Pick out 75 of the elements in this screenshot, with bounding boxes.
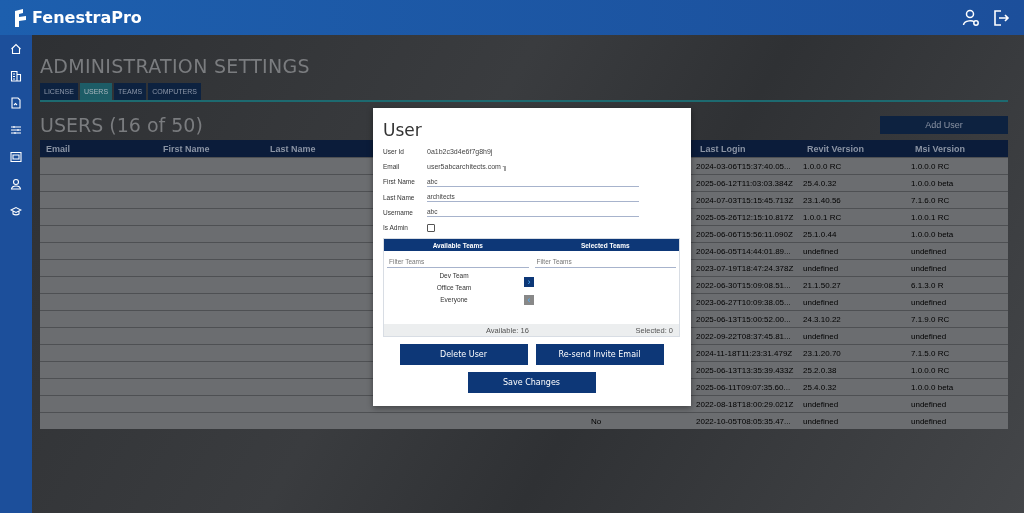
- table-cell-text: 2025-06-11T09:07:35.60...: [695, 382, 792, 392]
- table-icon[interactable]: [10, 151, 22, 163]
- table-cell-text: undefined: [802, 263, 840, 273]
- sliders-icon[interactable]: [10, 124, 22, 136]
- move-right-button[interactable]: ›: [524, 277, 534, 288]
- table-cell-text: 2024-03-06T15:37:40.05...: [695, 161, 792, 171]
- save-button[interactable]: Save Changes: [467, 372, 596, 394]
- table-cell-text: 1.0.0.0 beta: [910, 382, 955, 392]
- user-settings-icon[interactable]: [962, 8, 980, 27]
- table-cell-text: 2025-06-13T15:00:52.00...: [695, 314, 792, 324]
- column-header[interactable]: First Name: [157, 143, 264, 154]
- home-icon[interactable]: [10, 43, 22, 55]
- table-cell-text: 7.1.5.0 RC: [910, 348, 951, 358]
- table-cell-text: undefined: [802, 331, 840, 341]
- table-cell-text: 7.1.9.0 RC: [910, 314, 951, 324]
- table-cell-text: 2022-06-30T15:09:08.51...: [695, 280, 792, 290]
- add-user-button[interactable]: Add User: [880, 116, 1008, 134]
- table-cell-text: undefined: [910, 399, 948, 409]
- column-header[interactable]: Last Name: [264, 143, 371, 154]
- table-cell-text: 24.3.10.22: [802, 314, 842, 324]
- table-cell-text: undefined: [802, 416, 840, 426]
- table-cell: No: [591, 416, 602, 426]
- checkbox[interactable]: [427, 223, 435, 232]
- table-cell-text: 1.0.0.0 RC: [910, 365, 951, 375]
- table-cell-text: 2025-05-26T12:15:10.817Z: [695, 212, 795, 222]
- table-cell-text: 25.4.0.32: [802, 382, 838, 392]
- table-cell-text: 25.4.0.32: [802, 178, 838, 188]
- column-header[interactable]: Msi Version: [909, 143, 1008, 154]
- table-cell-text: 2024-07-03T15:15:45.713Z: [695, 195, 795, 205]
- table-cell-text: undefined: [802, 246, 840, 256]
- table-cell-text: 2023-06-27T10:09:38.05...: [695, 297, 792, 307]
- table-cell-text: 2025-06-13T13:35:39.433Z: [695, 365, 795, 375]
- table-cell-text: 1.0.0.1 RC: [910, 212, 951, 222]
- building-icon[interactable]: [10, 70, 22, 82]
- table-cell-text: undefined: [802, 297, 840, 307]
- table-cell-text: 2023-07-19T18:47:24.378Z: [695, 263, 795, 273]
- users-heading: USERS (16 of 50): [40, 114, 203, 136]
- table-cell-text: 2024-06-05T14:44:01.89...: [695, 246, 792, 256]
- logo-icon: [14, 7, 28, 28]
- dialog-button[interactable]: Re-send Invite Email: [535, 344, 664, 366]
- table-cell-text: 23.1.40.56: [802, 195, 842, 205]
- dialog-title: User: [383, 120, 423, 140]
- document-icon[interactable]: [10, 97, 22, 109]
- table-cell-text: 2024-11-18T11:23:31.479Z: [695, 348, 794, 358]
- table-cell-text: 25.1.0.44: [802, 229, 838, 239]
- graduation-cap-icon[interactable]: [10, 205, 22, 217]
- column-header[interactable]: Last Login: [694, 143, 801, 154]
- table-cell-text: undefined: [910, 331, 948, 341]
- table-cell-text: undefined: [910, 263, 948, 273]
- table-cell-text: 25.2.0.38: [802, 365, 838, 375]
- table-cell-text: undefined: [910, 246, 948, 256]
- table-cell-text: 2022-09-22T08:37:45.81...: [695, 331, 792, 341]
- table-cell-text: undefined: [802, 399, 840, 409]
- table-cell-text: 7.1.6.0 RC: [910, 195, 951, 205]
- table-cell-text: 21.1.50.27: [802, 280, 842, 290]
- table-cell-text: 1.0.0.1 RC: [802, 212, 843, 222]
- table-cell-text: 1.0.0.0 beta: [910, 229, 955, 239]
- column-header[interactable]: Revit Version: [801, 143, 909, 154]
- table-cell-text: 1.0.0.0 RC: [910, 161, 951, 171]
- table-cell-text: 2022-08-18T18:00:29.021Z: [695, 399, 795, 409]
- table-cell-text: 2025-06-12T11:03:03.384Z: [695, 178, 794, 188]
- table-cell-text: undefined: [910, 416, 948, 426]
- table-cell-text: 1.0.0.0 RC: [802, 161, 843, 171]
- table-cell-text: 6.1.3.0 R: [910, 280, 945, 290]
- table-cell-text: 23.1.20.70: [802, 348, 842, 358]
- dialog-button[interactable]: Delete User: [399, 344, 528, 366]
- table-cell-text: 2022-10-05T08:05:35.47...: [695, 416, 792, 426]
- person-icon[interactable]: [10, 178, 22, 190]
- app-name: FenestraPro: [32, 8, 142, 27]
- column-header[interactable]: Email: [40, 143, 157, 154]
- table-cell-text: 1.0.0.0 beta: [910, 178, 955, 188]
- table-cell-text: 2025-06-06T15:56:11.090Z: [695, 229, 794, 239]
- table-cell-text: undefined: [910, 297, 948, 307]
- logout-icon[interactable]: [992, 8, 1010, 27]
- page-title: ADMINISTRATION SETTINGS: [40, 55, 311, 77]
